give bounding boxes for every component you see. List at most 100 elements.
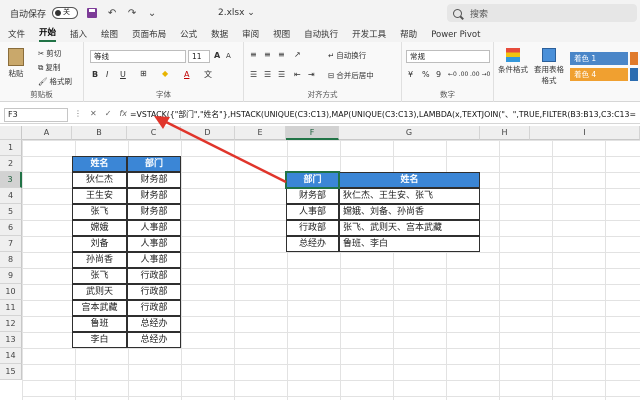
row-header[interactable]: 12 [0, 316, 22, 332]
source-cell-dept[interactable]: 财务部 [127, 188, 181, 204]
source-cell-dept[interactable]: 财务部 [127, 204, 181, 220]
source-cell-name[interactable]: 宫本武藏 [72, 300, 127, 316]
file-name[interactable]: 2.xlsx ⌄ [218, 8, 255, 18]
align-left-icon[interactable]: ☰ [250, 70, 257, 79]
decrease-decimal-button[interactable]: .00 →0 [470, 71, 490, 78]
align-top-icon[interactable]: ≡ [250, 50, 257, 59]
result-cell-names[interactable]: 鲁班、李白 [339, 236, 480, 252]
fill-color-icon[interactable]: ◆ [162, 69, 168, 78]
save-icon[interactable] [86, 7, 98, 19]
customize-icon[interactable]: ⌄ [146, 7, 158, 19]
source-cell-dept[interactable]: 财务部 [127, 172, 181, 188]
menu-item[interactable]: 开发工具 [352, 28, 386, 42]
redo-icon[interactable]: ↷ [126, 7, 138, 19]
phonetic-icon[interactable]: 文 [204, 69, 212, 80]
row-header[interactable]: 8 [0, 252, 22, 268]
source-cell-name[interactable]: 刘备 [72, 236, 127, 252]
source-cell-name[interactable]: 鲁班 [72, 316, 127, 332]
formula-input[interactable]: =VSTACK({"部门","姓名"},HSTACK(UNIQUE(C3:C13… [130, 109, 636, 120]
result-cell-dept[interactable]: 财务部 [286, 188, 339, 204]
result-cell-dept[interactable]: 行政部 [286, 220, 339, 236]
column-header[interactable]: C [127, 126, 181, 140]
align-bottom-icon[interactable]: ≡ [278, 50, 285, 59]
merge-center-button[interactable]: ⊟ 合并后居中 [328, 70, 374, 81]
row-header[interactable]: 10 [0, 284, 22, 300]
row-header[interactable]: 13 [0, 332, 22, 348]
name-box[interactable]: F3 [4, 108, 68, 122]
menu-item[interactable]: 文件 [8, 28, 25, 42]
grow-font-button[interactable]: A [214, 51, 220, 60]
result-cell-dept[interactable]: 总经办 [286, 236, 339, 252]
column-header[interactable]: F [286, 126, 339, 140]
border-icon[interactable]: ⊞ [140, 69, 147, 78]
result-cell-names[interactable]: 狄仁杰、王生安、张飞 [339, 188, 480, 204]
conditional-format-button[interactable]: 条件格式 [498, 48, 528, 75]
cancel-icon[interactable]: ✕ [90, 109, 97, 118]
menu-item[interactable]: 视图 [273, 28, 290, 42]
source-cell-dept[interactable]: 人事部 [127, 220, 181, 236]
source-cell-dept[interactable]: 行政部 [127, 268, 181, 284]
menu-item[interactable]: 帮助 [400, 28, 417, 42]
source-cell-dept[interactable]: 人事部 [127, 236, 181, 252]
column-header[interactable]: I [530, 126, 640, 140]
wrap-text-button[interactable]: ↵ 自动换行 [328, 50, 366, 61]
underline-button[interactable]: U [120, 70, 126, 79]
bold-button[interactable]: B [92, 70, 98, 79]
paste-button[interactable]: 粘贴 [8, 48, 24, 79]
menu-item[interactable]: 绘图 [101, 28, 118, 42]
column-header[interactable]: A [22, 126, 72, 140]
source-cell-dept[interactable]: 总经办 [127, 316, 181, 332]
menu-item[interactable]: 公式 [180, 28, 197, 42]
select-all-corner[interactable] [0, 126, 22, 140]
align-middle-icon[interactable]: ≡ [264, 50, 271, 59]
result-cell-names[interactable]: 张飞、武则天、宫本武藏 [339, 220, 480, 236]
enter-icon[interactable]: ✓ [105, 109, 112, 118]
result-cell-dept[interactable]: 人事部 [286, 204, 339, 220]
source-cell-name[interactable]: 狄仁杰 [72, 172, 127, 188]
cut-button[interactable]: ✂ 剪切 [38, 48, 61, 59]
column-header[interactable]: E [235, 126, 286, 140]
row-header[interactable]: 7 [0, 236, 22, 252]
source-cell-name[interactable]: 武则天 [72, 284, 127, 300]
result-cell-names[interactable]: 嫦娥、刘备、孙尚香 [339, 204, 480, 220]
column-header[interactable]: H [480, 126, 530, 140]
worksheet[interactable]: A B C D E F G H I 1 2 3 4 5 6 7 8 9 10 11 12 13 14 15 姓名 部门 狄仁杰 财务部… [0, 126, 640, 400]
format-painter-button[interactable]: 🖌 格式刷 [38, 76, 72, 87]
column-header[interactable]: D [181, 126, 235, 140]
source-cell-dept[interactable]: 人事部 [127, 252, 181, 268]
row-header[interactable]: 11 [0, 300, 22, 316]
style-accent-next2[interactable] [630, 68, 638, 81]
italic-button[interactable]: I [106, 70, 108, 79]
source-cell-name[interactable]: 李白 [72, 332, 127, 348]
font-color-button[interactable]: A [184, 70, 189, 79]
result-header-dept[interactable]: 部门 [286, 172, 339, 188]
undo-icon[interactable]: ↶ [106, 7, 118, 19]
copy-button[interactable]: ⧉ 复制 [38, 62, 60, 73]
search-box[interactable]: 搜索 [447, 4, 637, 22]
source-header-dept[interactable]: 部门 [127, 156, 181, 172]
more-icon[interactable]: ⋮ [74, 109, 82, 118]
indent-icon[interactable]: ⇤ [294, 70, 301, 79]
increase-decimal-button[interactable]: ←0 .00 [448, 71, 468, 78]
menu-item[interactable]: 自动执行 [304, 28, 338, 42]
source-cell-dept[interactable]: 行政部 [127, 284, 181, 300]
menu-item[interactable]: 开始 [39, 26, 57, 42]
column-header[interactable]: G [339, 126, 480, 140]
row-header[interactable]: 5 [0, 204, 22, 220]
row-header[interactable]: 1 [0, 140, 22, 156]
menu-item[interactable]: 插入 [70, 28, 87, 42]
menu-item[interactable]: 页面布局 [132, 28, 166, 42]
align-right-icon[interactable]: ☰ [278, 70, 285, 79]
source-cell-dept[interactable]: 行政部 [127, 300, 181, 316]
comma-button[interactable]: 9 [436, 70, 441, 79]
font-size-select[interactable]: 11 [188, 50, 210, 63]
row-header[interactable]: 4 [0, 188, 22, 204]
percent-button[interactable]: % [422, 70, 430, 79]
row-header[interactable]: 9 [0, 268, 22, 284]
function-icon[interactable]: fx [119, 109, 127, 118]
source-cell-name[interactable]: 张飞 [72, 268, 127, 284]
shrink-font-button[interactable]: A [226, 52, 231, 60]
autosave-toggle[interactable]: 关 [52, 7, 79, 19]
menu-item[interactable]: 数据 [211, 28, 228, 42]
source-cell-name[interactable]: 嫦娥 [72, 220, 127, 236]
